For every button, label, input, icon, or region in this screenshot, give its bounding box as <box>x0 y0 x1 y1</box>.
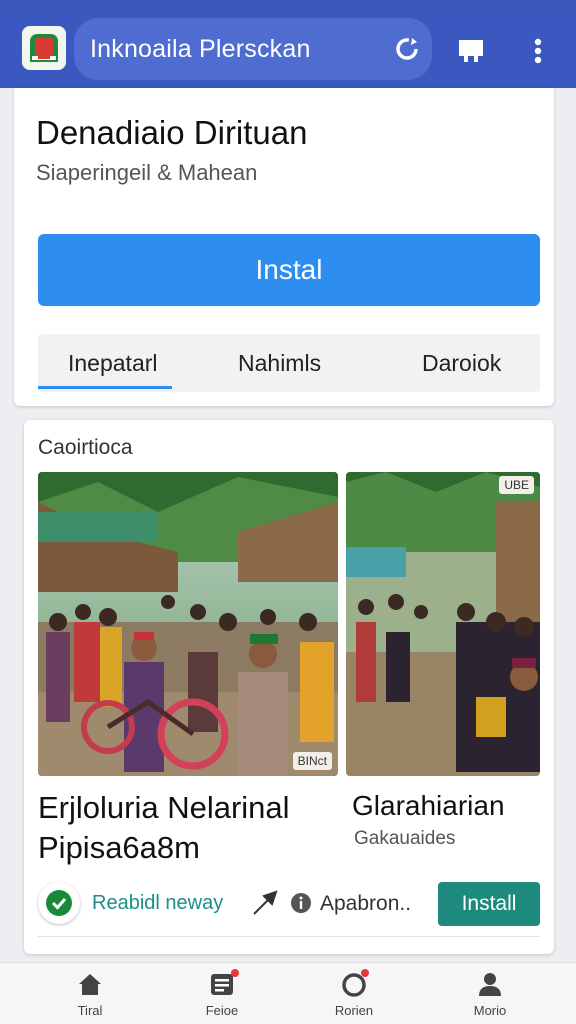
verified-check-icon <box>38 882 80 924</box>
share-arrow-icon[interactable] <box>250 888 280 918</box>
tab-bar: Inepatarl Nahimls Daroiok <box>38 334 540 392</box>
search-bar[interactable]: Inknoaila Plersckan <box>74 18 432 80</box>
item-title[interactable]: Erjloluria Nelarinal Pipisa6a8m <box>38 788 338 868</box>
divider <box>38 936 540 937</box>
circle-badge-icon <box>339 969 369 999</box>
nav-label: Tiral <box>77 1003 103 1018</box>
store-icon[interactable] <box>454 34 488 68</box>
nav-games[interactable]: Rorien <box>314 969 394 1021</box>
app-header-card: Denadiaio Dirituan Siaperingeil & Mahean… <box>14 88 554 406</box>
install-button[interactable]: Instal <box>38 234 540 306</box>
more-vertical-icon[interactable] <box>526 34 550 68</box>
notification-dot <box>231 969 239 977</box>
info-label: Apabron.. <box>320 892 412 915</box>
nav-label: Rorien <box>334 1003 374 1018</box>
notification-dot <box>361 969 369 977</box>
app-developer[interactable]: Siaperingeil & Mahean <box>36 160 257 186</box>
top-app-bar: Inknoaila Plersckan <box>0 14 576 88</box>
app-title: Denadiaio Dirituan <box>36 114 308 151</box>
nav-home[interactable]: Tiral <box>50 969 130 1021</box>
install-button-secondary[interactable]: Install <box>438 882 540 926</box>
nav-apps[interactable]: Feioe <box>182 969 262 1021</box>
nav-label: Feioe <box>205 1003 239 1018</box>
refresh-icon[interactable] <box>390 32 424 66</box>
item-title[interactable]: Glarahiarian <box>352 790 505 822</box>
photo-market-crowd[interactable]: BINct <box>38 472 338 776</box>
nav-label: Morio <box>473 1003 507 1018</box>
nav-profile[interactable]: Morio <box>450 969 530 1021</box>
tab-details[interactable]: Daroiok <box>422 350 501 377</box>
item-subtitle: Gakauaides <box>354 828 456 849</box>
tab-indicator <box>38 386 172 389</box>
collection-card: Caoirtioca BINct UBE Erjloluria Nelarina… <box>24 420 554 954</box>
home-icon <box>75 969 105 999</box>
app-logo-icon[interactable] <box>22 26 66 70</box>
bottom-navigation: Tiral Feioe Rorien Morio <box>0 962 576 1024</box>
profile-icon <box>475 969 505 999</box>
apps-icon <box>207 969 239 999</box>
photo-badge: UBE <box>499 476 534 494</box>
tab-overview[interactable]: Inepatarl <box>68 350 158 377</box>
search-text: Inknoaila Plersckan <box>90 34 311 63</box>
tab-reviews[interactable]: Nahimls <box>238 350 321 377</box>
verified-label[interactable]: Reabidl neway <box>92 892 223 915</box>
photo-gathering[interactable]: UBE <box>346 472 540 776</box>
status-bar <box>0 0 576 14</box>
photo-badge: BINct <box>292 752 332 770</box>
info-icon <box>290 892 312 914</box>
section-title: Caoirtioca <box>38 436 133 459</box>
